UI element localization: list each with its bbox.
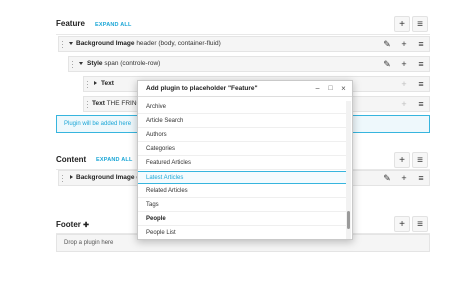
hamburger-icon[interactable]: ≡	[414, 57, 428, 71]
drag-handle-icon[interactable]	[86, 100, 89, 109]
plus-icon[interactable]: +	[397, 37, 411, 51]
feature-menu-button[interactable]: ≡	[412, 16, 428, 32]
pin-icon: ✚	[83, 222, 89, 229]
hamburger-icon: ≡	[417, 154, 423, 166]
drop-hint: Drop a plugin here	[64, 240, 114, 246]
feature-section-title: Feature	[56, 19, 85, 28]
add-plugin-modal: Add plugin to placeholder "Feature" − □ …	[137, 80, 353, 240]
feature-expand-all-link[interactable]: EXPAND ALL	[95, 22, 132, 28]
plugin-name: Text	[101, 80, 114, 87]
footer-menu-button[interactable]: ≡	[412, 216, 428, 232]
caret-down-icon[interactable]	[79, 62, 83, 65]
plugin-name: Text	[92, 100, 105, 107]
plus-icon[interactable]: +	[397, 171, 411, 185]
plus-icon[interactable]: +	[397, 97, 411, 111]
plugin-option-tags[interactable]: Tags	[138, 199, 346, 212]
plus-icon[interactable]: +	[397, 57, 411, 71]
plus-icon: +	[399, 154, 405, 166]
minimize-icon[interactable]: −	[313, 84, 322, 93]
plugin-row-background-image[interactable]: Background Image header (body, container…	[58, 36, 430, 52]
plugin-row-style[interactable]: Style span (controle-row) ✎ + ≡	[68, 56, 430, 72]
content-add-button[interactable]: +	[394, 152, 410, 168]
plugin-name: Background Image	[76, 174, 135, 181]
maximize-icon[interactable]: □	[326, 84, 335, 93]
feature-add-button[interactable]: +	[394, 16, 410, 32]
modal-title: Add plugin to placeholder "Feature"	[146, 85, 258, 92]
plus-icon: +	[399, 218, 405, 230]
plugin-group-people: People	[138, 213, 346, 226]
plugin-option-people-list[interactable]: People List	[138, 227, 346, 239]
pencil-icon[interactable]: ✎	[380, 57, 394, 71]
content-menu-button[interactable]: ≡	[412, 152, 428, 168]
drag-handle-icon[interactable]	[71, 60, 74, 69]
drag-handle-icon[interactable]	[61, 40, 64, 49]
content-section-title: Content	[56, 155, 87, 164]
plugin-name: Style	[87, 60, 103, 67]
content-expand-all-link[interactable]: EXPAND ALL	[96, 157, 133, 163]
hamburger-icon: ≡	[417, 218, 423, 230]
plugin-option-related-articles[interactable]: Related Articles	[138, 185, 346, 198]
pencil-icon[interactable]: ✎	[380, 37, 394, 51]
drag-handle-icon[interactable]	[61, 174, 64, 183]
plugin-option-featured-articles[interactable]: Featured Articles	[138, 157, 346, 170]
hamburger-icon[interactable]: ≡	[414, 97, 428, 111]
drag-handle-icon[interactable]	[86, 80, 89, 89]
plugin-option-authors[interactable]: Authors	[138, 129, 346, 142]
plugin-detail: span (controle-row)	[102, 60, 161, 67]
modal-header: Add plugin to placeholder "Feature" − □ …	[138, 81, 352, 97]
close-icon[interactable]: ×	[339, 84, 348, 93]
plus-icon[interactable]: +	[397, 77, 411, 91]
pencil-icon[interactable]: ✎	[380, 171, 394, 185]
plugin-name: Background Image	[76, 40, 135, 47]
feature-divider	[56, 34, 430, 35]
footer-add-button[interactable]: +	[394, 216, 410, 232]
footer-section-title: Footer ✚	[56, 220, 89, 229]
plus-icon: +	[399, 18, 405, 30]
modal-scrollbar[interactable]	[346, 101, 351, 239]
hamburger-icon[interactable]: ≡	[414, 77, 428, 91]
plugin-option-archive[interactable]: Archive	[138, 101, 346, 114]
hamburger-icon[interactable]: ≡	[414, 171, 428, 185]
placeholder-hint: Plugin will be added here	[64, 121, 132, 127]
scrollbar-thumb[interactable]	[347, 211, 350, 229]
plugin-option-categories[interactable]: Categories	[138, 143, 346, 156]
plugin-option-latest-articles[interactable]: Latest Articles	[138, 171, 346, 184]
caret-down-icon[interactable]	[69, 42, 73, 45]
hamburger-icon: ≡	[417, 18, 423, 30]
caret-right-icon[interactable]	[70, 175, 73, 179]
caret-right-icon[interactable]	[94, 81, 97, 85]
footer-title-text: Footer	[56, 220, 81, 229]
plugin-detail: header (body, container-fluid)	[134, 40, 221, 47]
hamburger-icon[interactable]: ≡	[414, 37, 428, 51]
plugin-option-article-search[interactable]: Article Search	[138, 115, 346, 128]
